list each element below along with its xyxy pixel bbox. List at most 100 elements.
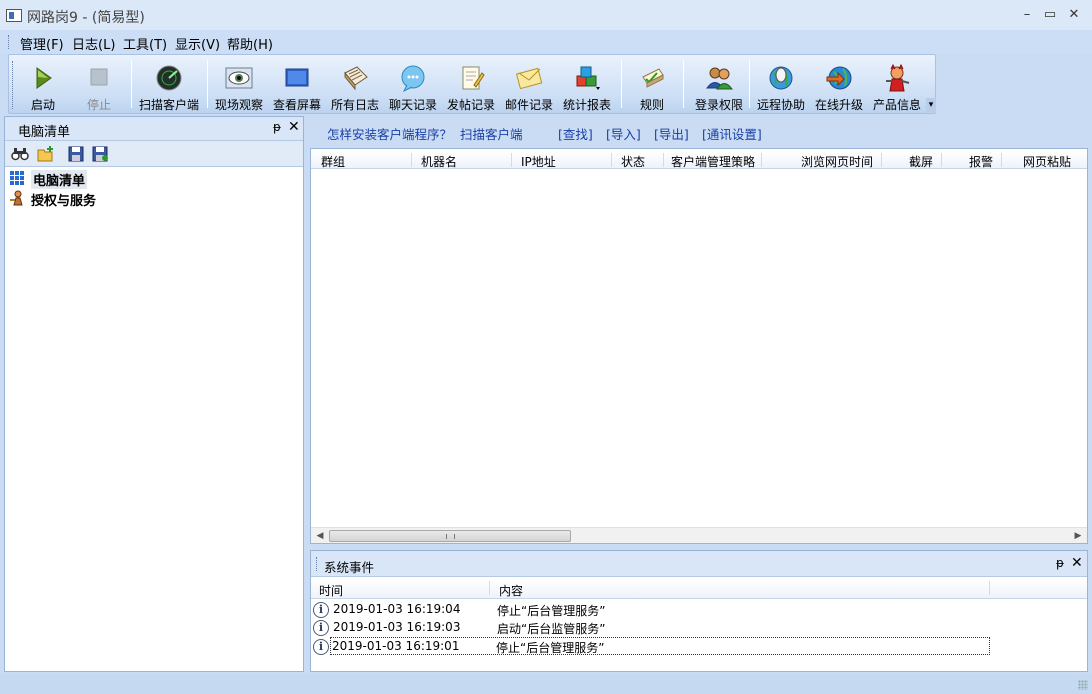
rules-button[interactable]: 规则 [627,55,677,113]
column-header[interactable]: 内容 [499,582,523,599]
start-button[interactable]: 启动 [21,55,65,113]
save-icon[interactable] [67,146,85,162]
mouse-globe-icon [769,66,793,90]
panel-grip [316,557,318,571]
login-permission-button[interactable]: 登录权限 [687,55,751,113]
all-logs-button[interactable]: 所有日志 [327,55,383,113]
blocks-icon [576,66,600,90]
column-divider[interactable] [511,153,512,167]
menu-help[interactable]: 帮助(H) [227,34,273,53]
column-header[interactable]: 网页粘贴 [1023,153,1071,170]
column-divider[interactable] [761,153,762,167]
rules-checklist-icon [642,68,664,88]
column-divider[interactable] [489,581,490,595]
binoculars-icon[interactable] [11,146,29,162]
panel-toolbar [5,141,303,167]
app-icon [6,9,22,22]
menu-log[interactable]: 日志(L) [72,34,115,53]
column-header[interactable]: 报警 [969,153,993,170]
note-pencil-icon [462,66,485,90]
column-divider[interactable] [989,581,990,595]
view-screen-button[interactable]: 查看屏幕 [269,55,325,113]
info-icon: i [313,602,329,618]
grid-icon [10,171,24,185]
menu-grip [8,35,11,49]
radar-icon [156,65,182,91]
info-icon: i [313,620,329,636]
product-info-button[interactable]: 产品信息 [869,55,925,113]
resize-grip-icon[interactable] [1078,680,1088,690]
scan-client-link[interactable]: 扫描客户端 [460,124,523,143]
column-header[interactable]: 群组 [321,153,345,170]
column-divider[interactable] [941,153,942,167]
online-upgrade-button[interactable]: 在线升级 [811,55,867,113]
title-bar: 网路岗9 - (简易型) – ▭ ✕ [0,0,1092,30]
how-to-install-link[interactable]: 怎样安装客户端程序？ [327,124,452,143]
grid-header: 群组 机器名 IP地址 状态 客户端管理策略 浏览网页时间 截屏 报警 网页粘贴 [311,151,1087,169]
globe-arrow-icon [826,66,852,90]
import-link[interactable]: [导入] [606,124,641,143]
export-link[interactable]: [导出] [654,124,689,143]
system-events-panel: 系统事件 ᵽ ✕ 时间 内容 i 2019-01-03 16:19:04 停止“… [310,550,1088,672]
column-header[interactable]: 截屏 [909,153,933,170]
person-key-icon [10,190,23,206]
events-column-header: 时间 内容 [311,579,1087,599]
comm-settings-link[interactable]: [通讯设置] [702,124,762,143]
computer-list-header: 电脑清单 ᵽ ✕ [5,117,303,141]
status-bar [0,674,1092,694]
scroll-thumb[interactable] [329,530,571,542]
menu-tools[interactable]: 工具(T) [123,34,167,53]
menu-manage[interactable]: 管理(F) [20,34,64,53]
find-link[interactable]: [查找] [558,124,593,143]
column-header[interactable]: IP地址 [521,153,556,170]
column-divider[interactable] [1001,153,1002,167]
info-icon: i [313,639,329,655]
column-header[interactable]: 浏览网页时间 [801,153,873,170]
computer-list-panel: 电脑清单 ᵽ ✕ 电脑清单 授权与服务 [4,116,304,672]
toolbar-separator [131,60,132,108]
column-divider[interactable] [611,153,612,167]
quick-links-bar: 怎样安装客户端程序？ 扫描客户端 [查找] [导入] [导出] [通讯设置] [310,118,1088,146]
column-divider[interactable] [411,153,412,167]
maximize-button[interactable]: ▭ [1039,6,1061,24]
close-button[interactable]: ✕ [1063,6,1085,24]
panel-title: 电脑清单 [18,125,71,140]
event-row[interactable]: i 2019-01-03 16:19:04 停止“后台管理服务” [313,601,993,619]
scroll-right-icon[interactable]: ▶ [1071,529,1085,543]
monitor-icon [285,68,309,87]
column-divider[interactable] [881,153,882,167]
column-divider[interactable] [663,153,664,167]
toolbar-overflow-button[interactable]: ▾ [926,98,936,112]
minimize-button[interactable]: – [1016,6,1038,24]
toolbar-separator [207,60,208,108]
post-logs-button[interactable]: 发帖记录 [443,55,499,113]
column-header[interactable]: 时间 [319,582,343,599]
column-header[interactable]: 状态 [621,153,645,170]
main-toolbar: 启动 停止 扫描客户端 现场观察 查看屏幕 所有日志 聊天记录 发帖记录 邮件记… [8,54,936,114]
close-panel-button[interactable]: ✕ [1071,555,1083,571]
scroll-left-icon[interactable]: ◀ [313,529,327,543]
new-folder-icon[interactable] [37,146,55,162]
menu-view[interactable]: 显示(V) [175,34,220,53]
scan-client-button[interactable]: 扫描客户端 [137,55,201,113]
toolbar-separator [621,60,622,108]
menu-bar: 管理(F) 日志(L) 工具(T) 显示(V) 帮助(H) [0,30,1092,54]
close-panel-button[interactable]: ✕ [288,119,300,135]
pin-icon[interactable]: ᵽ [1056,556,1064,570]
system-events-header: 系统事件 ᵽ ✕ [311,551,1087,577]
column-header[interactable]: 客户端管理策略 [671,153,755,170]
eye-icon [225,67,253,89]
computer-grid: 群组 机器名 IP地址 状态 客户端管理策略 浏览网页时间 截屏 报警 网页粘贴… [310,148,1088,544]
stats-report-button[interactable]: 统计报表 [559,55,615,113]
remote-help-button[interactable]: 远程协助 [753,55,809,113]
save-as-icon[interactable] [91,146,109,162]
live-view-button[interactable]: 现场观察 [211,55,267,113]
column-header[interactable]: 机器名 [421,153,457,170]
chat-logs-button[interactable]: 聊天记录 [385,55,441,113]
pin-icon[interactable]: ᵽ [273,120,281,134]
event-row-selected[interactable]: i 2019-01-03 16:19:01 停止“后台管理服务” [313,637,990,655]
mail-logs-button[interactable]: 邮件记录 [501,55,557,113]
stop-button[interactable]: 停止 [77,55,121,113]
event-row[interactable]: i 2019-01-03 16:19:03 启动“后台监管服务” [313,619,993,637]
horizontal-scrollbar[interactable]: ◀ ▶ [311,527,1087,543]
